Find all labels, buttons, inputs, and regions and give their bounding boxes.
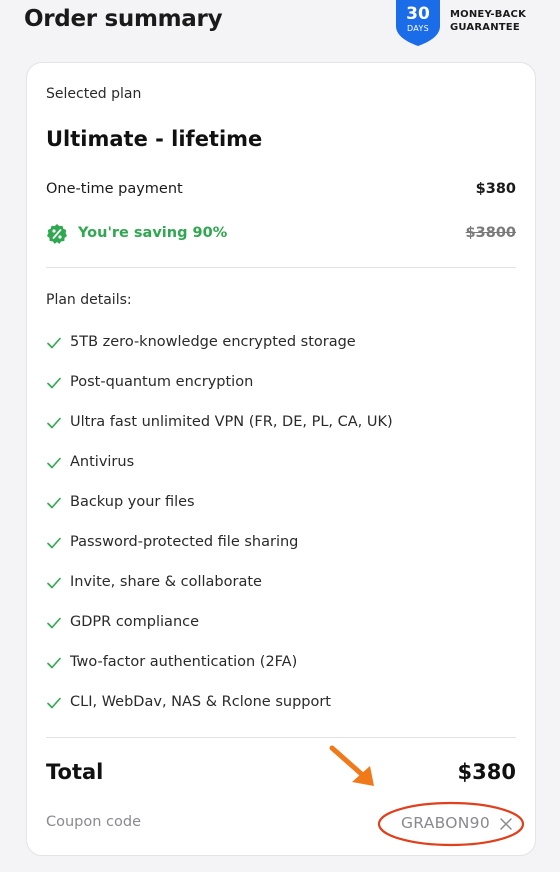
feature-text: Ultra fast unlimited VPN (FR, DE, PL, CA… (70, 414, 393, 430)
coupon-label: Coupon code (46, 814, 142, 830)
feature-list: 5TB zero-knowledge encrypted storage Pos… (46, 332, 516, 732)
total-row: Total $380 (46, 760, 516, 790)
check-icon (46, 415, 62, 431)
check-icon (46, 535, 62, 551)
arrow-annotation-icon (326, 742, 382, 794)
original-price: $3800 (465, 225, 516, 241)
divider (46, 737, 516, 738)
guarantee-line-1: MONEY-BACK (450, 9, 527, 20)
payment-label: One-time payment (46, 181, 183, 197)
header: Order summary 30 DAYS MONEY-BACK GUARANT… (0, 0, 560, 60)
feature-text: Backup your files (70, 494, 195, 510)
check-icon (46, 375, 62, 391)
feature-text: Two-factor authentication (2FA) (70, 654, 298, 670)
feature-text: Post-quantum encryption (70, 374, 254, 390)
feature-text: Invite, share & collaborate (70, 574, 262, 590)
check-icon (46, 655, 62, 671)
badge-number: 30 (406, 4, 430, 24)
check-icon (46, 455, 62, 471)
feature-text: 5TB zero-knowledge encrypted storage (70, 334, 356, 350)
feature-item: Invite, share & collaborate (46, 572, 516, 612)
feature-item: CLI, WebDav, NAS & Rclone support (46, 692, 516, 732)
feature-item: GDPR compliance (46, 612, 516, 652)
payment-row: One-time payment $380 (46, 181, 516, 203)
feature-item: Antivirus (46, 452, 516, 492)
feature-text: GDPR compliance (70, 614, 200, 630)
shield-badge-icon: 30 DAYS (396, 0, 440, 46)
plan-details-label: Plan details: (46, 292, 132, 308)
selected-plan-label: Selected plan (46, 86, 142, 102)
saving-row: You're saving 90% $3800 (46, 223, 516, 245)
page-title: Order summary (24, 6, 223, 32)
feature-item: Backup your files (46, 492, 516, 532)
feature-text: Password-protected file sharing (70, 534, 299, 550)
divider (46, 267, 516, 268)
check-icon (46, 615, 62, 631)
badge-unit: DAYS (406, 24, 430, 33)
check-icon (46, 695, 62, 711)
payment-amount: $380 (475, 181, 516, 197)
check-icon (46, 495, 62, 511)
feature-item: Ultra fast unlimited VPN (FR, DE, PL, CA… (46, 412, 516, 452)
total-label: Total (46, 760, 104, 784)
feature-item: Password-protected file sharing (46, 532, 516, 572)
check-icon (46, 335, 62, 351)
check-icon (46, 575, 62, 591)
highlight-ellipse (376, 800, 526, 848)
total-amount: $380 (457, 760, 516, 784)
feature-text: CLI, WebDav, NAS & Rclone support (70, 694, 331, 710)
plan-name: Ultimate - lifetime (46, 127, 263, 151)
feature-item: Two-factor authentication (2FA) (46, 652, 516, 692)
feature-text: Antivirus (70, 454, 135, 470)
saving-text: You're saving 90% (78, 225, 228, 241)
feature-item: 5TB zero-knowledge encrypted storage (46, 332, 516, 372)
guarantee-text: MONEY-BACK GUARANTEE (450, 8, 550, 34)
feature-item: Post-quantum encryption (46, 372, 516, 412)
discount-percent-icon (46, 223, 68, 245)
guarantee-line-2: GUARANTEE (450, 22, 520, 33)
order-summary-card: Selected plan Ultimate - lifetime One-ti… (26, 62, 536, 856)
